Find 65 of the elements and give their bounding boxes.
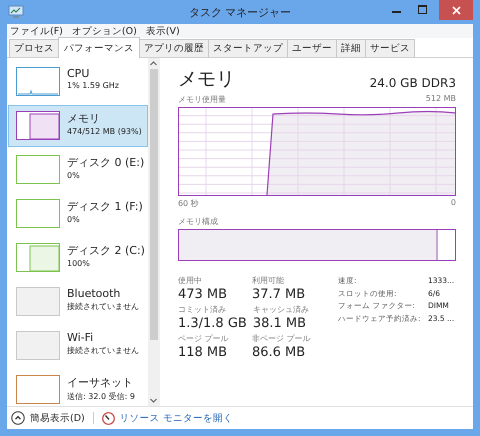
stat-value: 473 MB: [178, 286, 228, 303]
sidebar-item[interactable]: Bluetooth 接続されていません: [8, 281, 148, 323]
sidebar-item[interactable]: ディスク 1 (F:) 0%: [8, 193, 148, 235]
device-name: メモリ: [67, 111, 101, 126]
device-detail: 0%: [67, 171, 81, 180]
device-detail: 474/512 MB (93%): [67, 127, 142, 136]
device-name: ディスク 1 (F:): [67, 199, 143, 214]
sidebar-item[interactable]: ディスク 2 (C:) 100%: [8, 237, 148, 279]
tab[interactable]: サービス: [365, 39, 415, 57]
scroll-down-icon[interactable]: [150, 398, 158, 403]
minimize-icon: [392, 11, 400, 13]
device-name: ディスク 2 (C:): [67, 243, 145, 258]
stat-value: 38.1 MB: [252, 315, 308, 332]
stat-value: 1.3/1.8 GB: [178, 315, 247, 332]
device-detail: 接続されていません: [67, 301, 139, 312]
scrollbar[interactable]: [148, 58, 160, 406]
close-button[interactable]: [439, 0, 473, 20]
panel-title: メモリ: [178, 67, 235, 92]
stat-label: コミット済み: [178, 304, 227, 315]
device-name: Wi-Fi: [67, 331, 94, 344]
sidebar-item[interactable]: ディスク 0 (E:) 0%: [8, 149, 148, 191]
menu-item[interactable]: ファイル(F): [10, 24, 63, 38]
memory-spec: 24.0 GB DDR3: [370, 76, 456, 90]
tab[interactable]: 詳細: [336, 39, 366, 57]
chart-label: メモリ構成: [178, 216, 218, 227]
tab[interactable]: パフォーマンス: [58, 37, 140, 58]
stat-value: 118 MB: [178, 344, 228, 361]
maximize-icon: [418, 4, 426, 14]
time-start-label: 60 秒: [178, 198, 199, 209]
stat-label: 非ページ プール: [252, 333, 311, 344]
collapse-icon[interactable]: [11, 411, 25, 425]
fewer-details-link[interactable]: 簡易表示(D): [30, 412, 85, 424]
device-detail: 送信: 32.0 受信: 9: [67, 391, 135, 402]
close-icon: [452, 6, 460, 14]
stat-value: 86.6 MB: [252, 344, 306, 361]
menu-item[interactable]: 表示(V): [146, 24, 180, 38]
scroll-up-icon[interactable]: [150, 61, 158, 66]
device-name: CPU: [67, 67, 90, 80]
device-detail: 0%: [67, 215, 81, 224]
window-title: タスク マネージャー: [188, 5, 292, 20]
time-end-label: 0: [450, 198, 456, 209]
device-name: イーサネット: [67, 375, 134, 390]
monitor-icon: [8, 5, 24, 19]
sidebar-item[interactable]: Wi-Fi 接続されていません: [8, 325, 148, 367]
resource-monitor-link[interactable]: リソース モニターを開く: [120, 412, 233, 424]
stat-label: キャッシュ済み: [252, 304, 309, 315]
tab[interactable]: アプリの履歴: [139, 39, 209, 57]
device-detail: 100%: [67, 259, 91, 268]
menu-item[interactable]: オプション(O): [72, 24, 137, 38]
sidebar-item[interactable]: イーサネット 送信: 32.0 受信: 9: [8, 369, 148, 406]
tab[interactable]: ユーザー: [287, 39, 337, 57]
stat-label: 使用中: [178, 275, 203, 286]
tab[interactable]: プロセス: [9, 39, 59, 57]
stat-value: 37.7 MB: [252, 286, 306, 303]
tab[interactable]: スタートアップ: [208, 39, 288, 57]
device-detail: 接続されていません: [67, 345, 139, 356]
sidebar-item[interactable]: CPU 1% 1.59 GHz: [8, 61, 148, 103]
stat-label: 利用可能: [252, 275, 285, 286]
chart-label: メモリ使用量: [178, 94, 226, 105]
chart-max: 512 MB: [426, 94, 456, 105]
sidebar-item[interactable]: メモリ 474/512 MB (93%): [8, 105, 148, 147]
device-name: Bluetooth: [67, 287, 122, 300]
device-detail: 1% 1.59 GHz: [67, 81, 120, 90]
stat-label: ページ プール: [178, 333, 230, 344]
device-name: ディスク 0 (E:): [67, 155, 144, 170]
